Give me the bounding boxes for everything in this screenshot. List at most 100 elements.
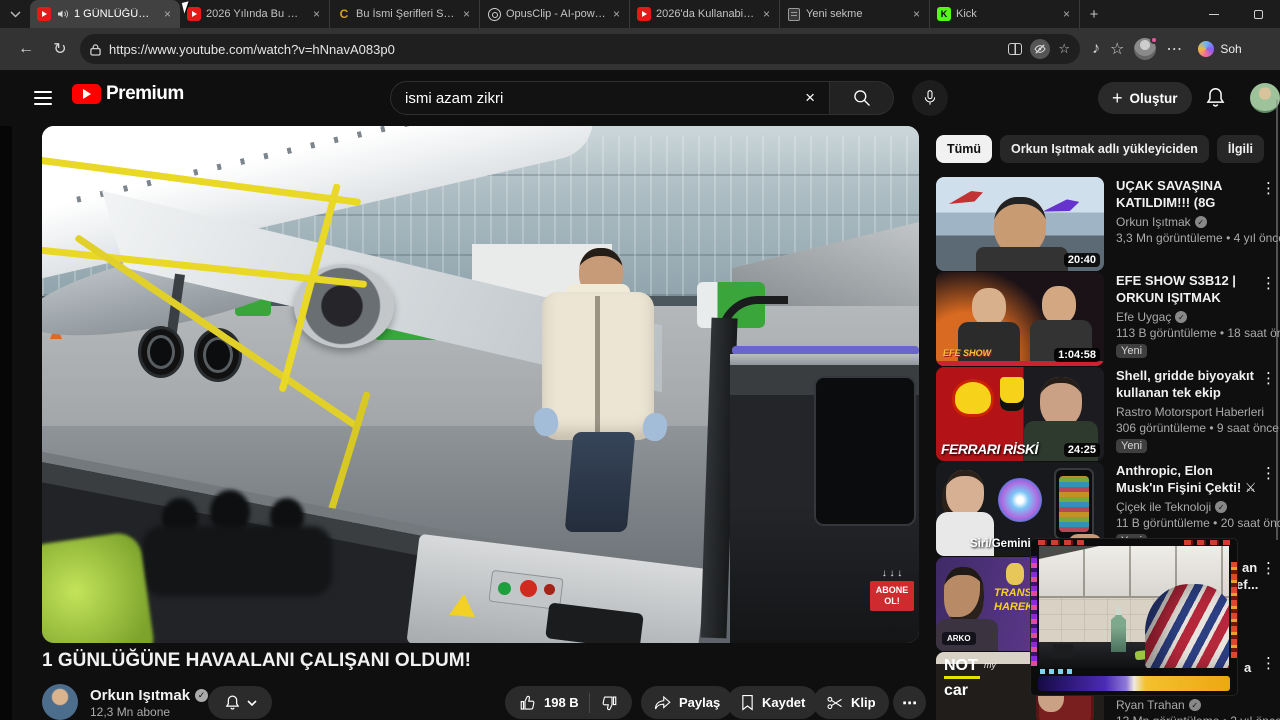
like-dislike-group: 198 B [505, 686, 632, 719]
share-button[interactable]: Paylaş [641, 686, 734, 719]
youtube-premium-logo[interactable]: Premium [72, 83, 184, 105]
related-video-3[interactable]: FERRARI RİSKİ 24:25 Shell, gridde biyoya… [936, 367, 1279, 461]
dislike-button[interactable] [590, 694, 628, 712]
thumb-text: FERRARI RİSKİ [941, 441, 1038, 457]
clip-button[interactable]: Klip [813, 686, 889, 719]
share-label: Paylaş [679, 695, 721, 710]
tab-close-icon[interactable]: × [1061, 7, 1072, 21]
cam-person-flag-hoodie [1145, 584, 1229, 668]
create-button[interactable]: + Oluştur [1098, 82, 1192, 114]
lock-icon [90, 43, 101, 56]
youtube-icon [72, 84, 101, 104]
create-label: Oluştur [1129, 90, 1178, 106]
copilot-button[interactable]: Soh [1192, 41, 1242, 57]
video-meta: 3,3 Mn görüntüleme • 4 yıl önce [1116, 231, 1280, 245]
save-button[interactable]: Kaydet [727, 686, 819, 719]
machine-green-button [498, 582, 511, 595]
microphone-icon [924, 90, 936, 105]
video-menu-button[interactable]: ⋮ [1261, 464, 1276, 482]
channel-name: Orkun Işıtmak [1116, 215, 1191, 229]
thumb-text-my: my [984, 660, 996, 670]
search-button[interactable] [830, 81, 894, 115]
video-menu-button[interactable]: ⋮ [1261, 559, 1276, 577]
tracking-prevention-icon[interactable] [1030, 39, 1051, 59]
video-player[interactable]: ↓ ↓ ↓ ABONE OL! [42, 126, 919, 643]
tab-new-tab[interactable]: Yeni sekme × [780, 0, 930, 28]
tab-current-video[interactable]: 1 GÜNLÜĞÜNE HA × [30, 0, 180, 28]
related-video-1[interactable]: 20:40 UÇAK SAVAŞINA KATILDIM!!! (8G YEDİ… [936, 177, 1280, 271]
notifications-button[interactable] [1204, 86, 1227, 110]
address-bar[interactable]: https://www.youtube.com/watch?v=hNnavA08… [80, 34, 1080, 64]
tab-2026-kullanabilecegi[interactable]: 2026'da Kullanabileceği × [630, 0, 780, 28]
minimize-button[interactable] [1192, 0, 1236, 28]
tab-close-icon[interactable]: × [162, 7, 173, 21]
green-machine-blob [42, 530, 157, 643]
like-count: 198 B [544, 695, 579, 710]
favorite-star-icon[interactable]: ☆ [1058, 41, 1070, 57]
tab-kick[interactable]: K Kick × [930, 0, 1080, 28]
chip-uploader[interactable]: Orkun Işıtmak adlı yükleyiciden [1000, 135, 1209, 163]
bell-icon [1206, 88, 1225, 107]
copilot-label: Soh [1220, 42, 1242, 56]
video-menu-button[interactable]: ⋮ [1261, 654, 1276, 672]
thumb-art-siri-orb [998, 478, 1042, 522]
video-thumbnail[interactable]: FERRARI RİSKİ 24:25 [936, 367, 1104, 461]
overlay-gradient-bar [1038, 676, 1230, 691]
thumb-art-man-profile [944, 567, 984, 623]
media-controls-icon[interactable]: ♪ [1092, 40, 1100, 58]
reload-button[interactable]: ↻ [46, 35, 74, 63]
tab-close-icon[interactable]: × [461, 7, 472, 21]
eye-slash-icon [1034, 44, 1046, 54]
tab-close-icon[interactable]: × [311, 7, 322, 21]
channel-name: Ryan Trahan [1116, 698, 1185, 712]
chip-tumu[interactable]: Tümü [936, 135, 993, 163]
menu-button[interactable] [34, 91, 52, 105]
search-box[interactable]: ismi azam zikri × [390, 81, 830, 115]
scissors-icon [827, 696, 842, 709]
verified-badge: ✓ [1175, 311, 1188, 323]
thumb-art-purple-jet [1041, 197, 1081, 218]
abone-ol-label: ABONE OL! [870, 581, 914, 611]
video-title: EFE SHOW S3B12 | ORKUN IŞITMAK [1116, 273, 1236, 305]
tab-close-icon[interactable]: × [761, 7, 772, 21]
video-thumbnail[interactable]: EFE SHOW 1:04:58 [936, 272, 1104, 366]
subscribed-bell-button[interactable] [208, 686, 272, 719]
settings-more-button[interactable]: ⋯ [1166, 39, 1182, 59]
tab-opusclip[interactable]: OpusClip - AI-powered × [480, 0, 630, 28]
video-thumbnail[interactable]: 20:40 [936, 177, 1104, 271]
tab-close-icon[interactable]: × [611, 7, 622, 21]
maximize-button[interactable] [1236, 0, 1280, 28]
search-clear-button[interactable]: × [805, 88, 815, 108]
profile-avatar[interactable] [1134, 36, 1159, 60]
like-button[interactable]: 198 B [509, 694, 589, 712]
tab-2026-yilinda[interactable]: 2026 Yılında Bu Ülkeler × [180, 0, 330, 28]
voice-search-button[interactable] [912, 80, 948, 116]
back-button[interactable]: ← [12, 35, 40, 63]
more-actions-button[interactable]: ⋯ [893, 686, 926, 719]
tab-close-icon[interactable]: × [911, 7, 922, 21]
collections-star-icon[interactable]: ☆ [1110, 39, 1124, 59]
tab-ismi-serifleri[interactable]: C Bu İsmi Şerifleri Sabah N × [330, 0, 480, 28]
video-duration: 1:04:58 [1054, 348, 1100, 362]
thumb-art-ferrari-shield [1000, 377, 1024, 411]
thumb-art-player-1 [1006, 563, 1024, 585]
video-info: Ryan Trahan✓ 13 Mn görüntüleme • 2 yıl ö… [1116, 694, 1280, 720]
new-tab-button[interactable]: + [1080, 0, 1108, 28]
split-screen-icon[interactable] [1008, 43, 1023, 55]
video-menu-button[interactable]: ⋮ [1261, 274, 1276, 292]
related-video-2[interactable]: EFE SHOW 1:04:58 EFE SHOW S3B12 | ORKUN … [936, 272, 1280, 366]
worker-jeans [564, 432, 636, 532]
silhouette-mass [142, 526, 332, 596]
channel-avatar[interactable] [42, 684, 78, 720]
channel-name-row[interactable]: Orkun Işıtmak ✓ [90, 687, 209, 704]
video-menu-button[interactable]: ⋮ [1261, 369, 1276, 387]
overlay-deco-top-right [1184, 540, 1230, 545]
tab-search-button[interactable] [0, 0, 30, 28]
bookmark-icon [742, 694, 753, 711]
video-menu-button[interactable]: ⋮ [1261, 179, 1276, 197]
machine-warning-triangle [449, 592, 477, 618]
video-title: 1 GÜNLÜĞÜNE HAVAALANI ÇALIŞANI OLDUM! [42, 650, 471, 671]
thumb-text: Siri/Gemini [970, 538, 1031, 550]
page-scrollbar[interactable] [1276, 100, 1278, 540]
chip-ilgili[interactable]: İlgili [1216, 135, 1264, 163]
